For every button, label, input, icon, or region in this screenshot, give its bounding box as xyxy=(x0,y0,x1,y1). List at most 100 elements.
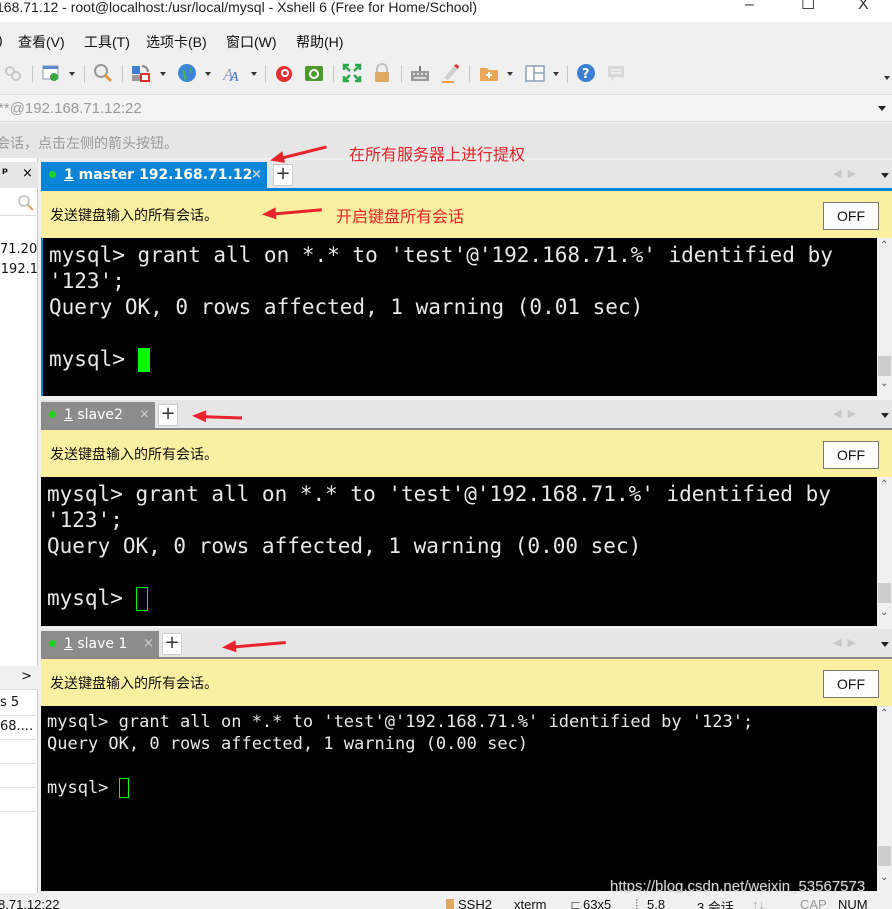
xftp-green-icon[interactable] xyxy=(304,63,324,83)
new-tab-button[interactable]: + xyxy=(162,633,182,655)
keyboard-icon[interactable] xyxy=(410,63,430,83)
connected-status-icon xyxy=(49,411,56,418)
link-icon[interactable] xyxy=(3,63,23,83)
close-button[interactable]: X xyxy=(858,0,869,13)
chat-icon[interactable] xyxy=(606,63,626,83)
scroll-thumb[interactable] xyxy=(878,583,891,603)
status-host: 8.71.12:22 xyxy=(0,897,60,909)
sidebar-header: ᵖ × xyxy=(0,162,38,188)
globe-icon[interactable] xyxy=(177,63,197,83)
transfer-icon[interactable] xyxy=(131,63,151,83)
status-num: NUM xyxy=(838,897,868,909)
terminal-line: mysql> grant all on *.* to 'test'@'192.1… xyxy=(49,243,833,267)
menu-item-tools[interactable]: 工具(T) xyxy=(84,32,130,52)
annotation-enable-all-sessions: 开启键盘所有会话 xyxy=(336,207,465,226)
scroll-up-icon[interactable]: ⌃ xyxy=(880,708,888,719)
menu-item-window[interactable]: 窗口(W) xyxy=(226,32,277,52)
terminal-line: Query OK, 0 rows affected, 1 warning (0.… xyxy=(47,534,642,558)
menu-item-tabs[interactable]: 选项卡(B) xyxy=(146,32,207,52)
xftp-red-icon[interactable] xyxy=(274,63,294,83)
sidebar-row[interactable]: s 5 xyxy=(0,692,38,716)
vertical-scrollbar[interactable]: ⌃ ⌄ xyxy=(877,706,892,891)
tab-list-dropdown-icon[interactable] xyxy=(881,173,889,178)
tab-slave1[interactable]: 1 slave 1 × xyxy=(41,631,159,657)
sidebar-row[interactable]: 68.... xyxy=(0,716,38,740)
chevron-down-icon[interactable] xyxy=(160,72,166,76)
session-settings-icon[interactable] xyxy=(41,63,61,83)
send-all-off-button[interactable]: OFF xyxy=(823,441,879,469)
tab-master[interactable]: 1 master 192.168.71.12 × xyxy=(41,162,267,188)
size-icon: ⊏ xyxy=(570,897,581,909)
scroll-down-icon[interactable]: ⌄ xyxy=(880,872,888,883)
hint-text: 会话，点击左侧的箭头按钮。 xyxy=(0,136,178,152)
chevron-down-icon[interactable] xyxy=(553,72,559,76)
menu-item-view[interactable]: 查看(V) xyxy=(18,32,65,52)
sidebar-row-empty xyxy=(0,764,38,788)
scroll-up-icon[interactable]: ⌃ xyxy=(880,479,888,490)
tab-scroll-arrows[interactable]: ◀▶ xyxy=(833,407,862,420)
sidebar-row-empty xyxy=(0,740,38,764)
terminal-output[interactable]: mysql> grant all on *.* to 'test'@'192.1… xyxy=(41,238,877,396)
prompt-text: mysql> xyxy=(47,586,136,610)
tab-label: slave2 xyxy=(72,407,123,423)
address-dropdown-icon[interactable] xyxy=(878,106,886,111)
tab-label: slave 1 xyxy=(72,636,128,652)
new-tab-button[interactable]: + xyxy=(273,164,293,186)
fullscreen-icon[interactable] xyxy=(342,63,362,83)
terminal-output[interactable]: mysql> grant all on *.* to 'test'@'192.1… xyxy=(41,706,877,891)
new-folder-icon[interactable] xyxy=(479,63,499,83)
tab-list-dropdown-icon[interactable] xyxy=(881,413,889,418)
tab-strip: 1 slave2 × + ◀▶ xyxy=(41,400,892,430)
tab-number: 1 xyxy=(64,636,73,652)
tab-scroll-arrows[interactable]: ◀▶ xyxy=(833,636,862,649)
tab-close-icon[interactable]: × xyxy=(139,402,150,428)
tab-scroll-arrows[interactable]: ◀▶ xyxy=(833,167,862,180)
sidebar-row[interactable]: 192.1 xyxy=(0,262,38,286)
minimize-button[interactable]: – xyxy=(745,0,754,13)
scroll-thumb[interactable] xyxy=(878,846,891,866)
address-value[interactable]: **@192.168.71.12:22 xyxy=(0,100,142,117)
chevron-down-icon[interactable] xyxy=(205,72,211,76)
menu-item-partial[interactable]: ) xyxy=(0,32,3,48)
terminal-cursor xyxy=(135,587,148,611)
send-all-off-button[interactable]: OFF xyxy=(823,202,879,230)
toolbar-separator xyxy=(265,65,266,83)
terminal-line: mysql> grant all on *.* to 'test'@'192.1… xyxy=(47,482,831,506)
vertical-scrollbar[interactable]: ⌃ ⌄ xyxy=(877,477,892,626)
send-all-off-button[interactable]: OFF xyxy=(823,670,879,698)
chevron-down-icon[interactable] xyxy=(251,72,257,76)
send-all-text: 发送键盘输入的所有会话。 xyxy=(50,208,218,224)
terminal-pane-slave2: 1 slave2 × + ◀▶ 发送键盘输入的所有会话。 OFF mysql> … xyxy=(41,400,892,628)
highlight-icon[interactable] xyxy=(440,63,460,83)
tab-slave2[interactable]: 1 slave2 × xyxy=(41,402,155,428)
maximize-button[interactable]: ☐ xyxy=(801,0,815,13)
terminal-pane-slave1: 1 slave 1 × + ◀▶ 发送键盘输入的所有会话。 OFF mysql>… xyxy=(41,629,892,893)
layout-icon[interactable] xyxy=(525,63,545,83)
search-icon[interactable] xyxy=(93,63,113,83)
tab-close-icon[interactable]: × xyxy=(143,631,154,657)
menu-item-help[interactable]: 帮助(H) xyxy=(296,32,343,52)
pin-icon[interactable]: ᵖ xyxy=(2,166,8,181)
toolbar-overflow-icon[interactable] xyxy=(884,76,890,80)
sidebar-close-icon[interactable]: × xyxy=(22,166,33,181)
chevron-down-icon[interactable] xyxy=(507,72,513,76)
tab-list-dropdown-icon[interactable] xyxy=(881,642,889,647)
new-tab-button[interactable]: + xyxy=(158,404,178,426)
font-icon[interactable]: AA xyxy=(222,63,242,83)
scroll-up-icon[interactable]: ⌃ xyxy=(880,240,888,251)
lock-icon[interactable] xyxy=(372,63,392,83)
chevron-down-icon[interactable] xyxy=(69,72,75,76)
toolbar-separator xyxy=(122,65,123,83)
sidebar-search[interactable] xyxy=(0,190,38,216)
address-bar[interactable]: **@192.168.71.12:22 xyxy=(0,94,892,122)
vertical-scrollbar[interactable]: ⌃ ⌄ xyxy=(877,238,892,396)
terminal-line: mysql> grant all on *.* to 'test'@'192.1… xyxy=(47,712,754,732)
scroll-down-icon[interactable]: ⌄ xyxy=(880,378,888,389)
search-icon[interactable] xyxy=(18,195,34,211)
help-icon[interactable]: ? xyxy=(576,63,596,83)
sidebar-more-button[interactable]: > xyxy=(0,666,38,690)
tab-close-icon[interactable]: × xyxy=(251,162,262,188)
scroll-thumb[interactable] xyxy=(878,356,891,376)
terminal-output[interactable]: mysql> grant all on *.* to 'test'@'192.1… xyxy=(41,477,877,626)
scroll-down-icon[interactable]: ⌄ xyxy=(880,607,888,618)
